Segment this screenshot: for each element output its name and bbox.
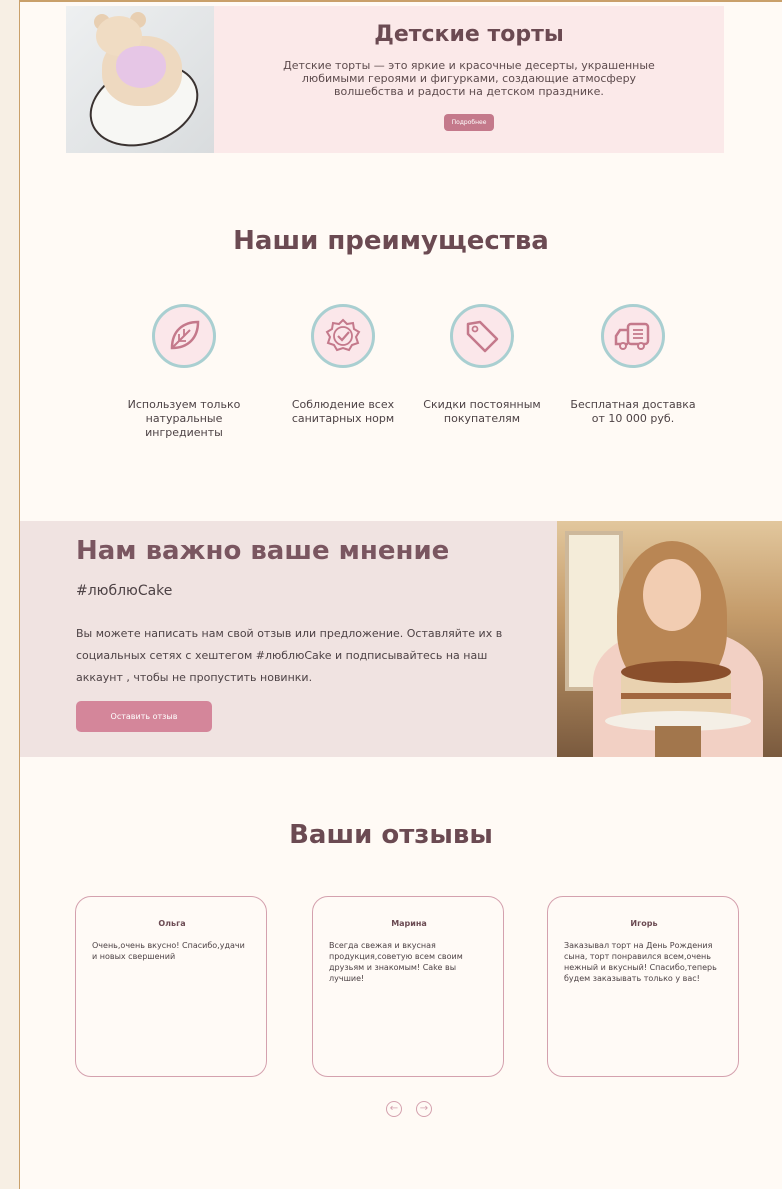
check-badge-icon (311, 304, 375, 368)
advantage-delivery: Бесплатная доставка от 10 000 руб. (563, 304, 703, 426)
page-top-border (19, 0, 782, 2)
advantages-title: Наши преимущества (233, 226, 549, 256)
reviews-title: Ваши отзывы (289, 820, 493, 850)
review-card: Ольга Очень,очень вкусно! Спасибо,удачи … (75, 896, 267, 1077)
arrow-left-icon[interactable]: ← (386, 1101, 402, 1117)
advantage-label: Соблюдение всех санитарных норм (291, 398, 395, 425)
feedback-section: Нам важно ваше мнение #люблюCake Вы може… (20, 521, 557, 757)
advantage-natural: Используем только натуральные ингредиент… (114, 304, 254, 440)
kids-cakes-title: Детские торты (374, 22, 564, 47)
review-text: Заказывал торт на День Рождения сына, то… (564, 941, 717, 983)
advantage-label: Скидки постоянным покупателям (423, 398, 541, 425)
advantage-sanitary: Соблюдение всех санитарных норм (273, 304, 413, 426)
advantage-discounts: Скидки постоянным покупателям (412, 304, 552, 426)
review-card: Игорь Заказывал торт на День Рождения сы… (547, 896, 739, 1077)
woman-with-cake-image (557, 521, 782, 757)
review-text: Очень,очень вкусно! Спасибо,удачи и новы… (92, 941, 245, 961)
teddy-bear-cake-image (66, 6, 214, 153)
review-author: Марина (391, 919, 427, 928)
review-text: Всегда свежая и вкусная продукция,совету… (329, 941, 463, 983)
advantage-label: Используем только натуральные ингредиент… (127, 398, 241, 439)
review-author: Ольга (158, 919, 186, 928)
advantage-label: Бесплатная доставка от 10 000 руб. (570, 398, 696, 425)
feedback-hashtag: #люблюCake (76, 583, 173, 599)
feedback-title: Нам важно ваше мнение (76, 536, 450, 566)
review-author: Игорь (630, 919, 658, 928)
kids-more-button[interactable]: Подробнее (443, 114, 495, 131)
arrow-right-icon[interactable]: → (416, 1101, 432, 1117)
leaf-icon (152, 304, 216, 368)
feedback-description: Вы можете написать нам свой отзыв или пр… (76, 627, 503, 684)
review-card: Марина Всегда свежая и вкусная продукция… (312, 896, 504, 1077)
truck-icon (601, 304, 665, 368)
tag-icon (450, 304, 514, 368)
leave-review-button[interactable]: Оставить отзыв (76, 701, 212, 732)
kids-cakes-description: Детские торты — это яркие и красочные де… (283, 59, 655, 98)
kids-cakes-banner: Детские торты Детские торты — это яркие … (66, 6, 724, 153)
